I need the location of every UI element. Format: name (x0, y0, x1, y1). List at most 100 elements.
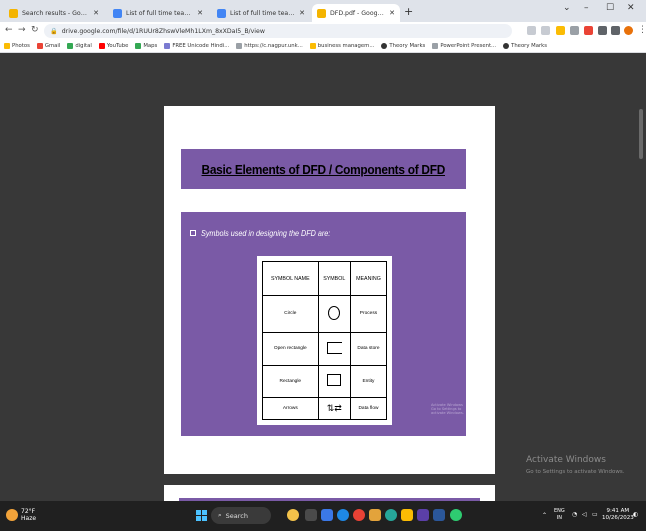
table-row: Rectangle Entity (262, 364, 388, 399)
pdf-page: Basic Elements of DFD / Components of DF… (164, 106, 495, 474)
bookmark-maps[interactable]: Maps (135, 43, 157, 49)
meaning-cell: Entity (349, 364, 388, 399)
task-view-icon[interactable] (305, 509, 317, 521)
pdf-viewer[interactable]: Basic Elements of DFD / Components of DF… (0, 53, 646, 505)
table-row: Circle Process (262, 295, 388, 333)
bookmark-theory-marks-2[interactable]: Theory Marks (503, 43, 547, 49)
slide-content-box: Symbols used in designing the DFD are: S… (181, 212, 466, 436)
app-icon[interactable] (401, 509, 413, 521)
slide-title-box: Basic Elements of DFD / Components of DF… (181, 149, 466, 189)
scrollbar-thumb[interactable] (639, 109, 643, 159)
battery-icon[interactable]: ▭ (592, 511, 598, 518)
back-icon[interactable]: ← (5, 25, 13, 35)
bookmark-theory-marks[interactable]: Theory Marks (381, 43, 425, 49)
close-window-button[interactable]: ✕ (627, 3, 635, 13)
tab-teachers-list-1[interactable]: List of full time teachers google ✕ (108, 4, 208, 22)
meaning-cell: Data store (349, 331, 388, 366)
address-bar[interactable]: 🔒 drive.google.com/file/d/1RUUr8ZhswVleM… (44, 24, 512, 38)
bookmark-digital[interactable]: digital (67, 43, 92, 49)
close-icon[interactable]: ✕ (299, 9, 305, 17)
symbol-cell (317, 295, 351, 333)
chevron-up-icon[interactable]: ⌃ (542, 512, 547, 519)
puzzle-icon[interactable] (598, 26, 607, 35)
drive-icon (309, 43, 316, 49)
flag-icon (67, 43, 74, 49)
new-tab-button[interactable]: + (404, 5, 413, 18)
bookmark-unicode-hindi[interactable]: FREE Unicode Hindi... (164, 43, 229, 49)
forward-icon[interactable]: → (18, 25, 26, 35)
wifi-icon[interactable]: ◔ (572, 511, 577, 518)
bookmarks-bar: Photos Gmail digital YouTube Maps FREE U… (0, 40, 646, 53)
extension-icon[interactable] (584, 26, 593, 35)
bullet-text: Symbols used in designing the DFD are: (201, 228, 331, 238)
bookmark-nagpur[interactable]: https://c.nagpur.unk... (236, 43, 303, 49)
tab-search-results[interactable]: Search results - Google Drive ✕ (4, 4, 104, 22)
google-sheets-icon (113, 8, 122, 18)
open-rectangle-symbol-icon (326, 341, 342, 354)
symbol-name-cell: Circle (262, 295, 319, 333)
edge-icon[interactable] (337, 509, 349, 521)
tab-label: DFD.pdf - Google Drive (330, 9, 385, 17)
volume-icon[interactable]: ◁ (582, 511, 587, 518)
slide-title: Basic Elements of DFD / Components of DF… (201, 161, 446, 177)
copilot-icon[interactable] (287, 509, 299, 521)
more-menu-icon[interactable]: ⋮ (638, 25, 646, 35)
bookmark-business[interactable]: business managem... (309, 43, 374, 49)
symbol-cell (317, 364, 351, 399)
video-call-icon[interactable] (321, 509, 333, 521)
slide-bullet: Symbols used in designing the DFD are: (190, 228, 353, 238)
tab-teachers-list-2[interactable]: List of full time teachers ICT22 ✕ (212, 4, 310, 22)
github-icon (381, 43, 388, 49)
close-icon[interactable]: ✕ (197, 9, 203, 17)
meaning-cell: Process (349, 295, 388, 333)
bookmark-youtube[interactable]: YouTube (98, 43, 128, 49)
bookmark-star-icon[interactable] (541, 26, 550, 35)
weather-widget[interactable]: 72°F Haze (6, 508, 36, 522)
close-icon[interactable]: ✕ (389, 9, 395, 17)
browser-toolbar: ← → ↻ 🔒 drive.google.com/file/d/1RUUr8Zh… (0, 22, 646, 40)
app-icon[interactable] (385, 509, 397, 521)
slide-watermark: Activate Windows Go to Settings to activ… (431, 403, 464, 415)
clock[interactable]: 9:41 AM 10/26/2023 (602, 508, 634, 522)
notification-icon[interactable]: ◐ (633, 511, 638, 518)
store-icon[interactable] (417, 509, 429, 521)
minimize-button[interactable]: – (584, 3, 589, 13)
bookmark-powerpoint[interactable]: PowerPoint Present... (432, 43, 496, 49)
start-button[interactable] (196, 510, 207, 521)
rectangle-symbol-icon (327, 374, 342, 387)
chevron-down-icon[interactable]: ⌄ (563, 3, 571, 13)
app-icon[interactable] (450, 509, 462, 521)
extension-icon[interactable] (556, 26, 565, 35)
tab-label: List of full time teachers ICT22 (230, 9, 296, 17)
language-indicator[interactable]: ENG IN (554, 508, 565, 522)
weather-temp: 72°F (21, 508, 36, 515)
tab-dfd-pdf[interactable]: DFD.pdf - Google Drive ✕ (312, 4, 400, 22)
weather-sun-icon (6, 509, 18, 521)
maximize-button[interactable]: ☐ (606, 3, 614, 13)
file-explorer-icon[interactable] (369, 509, 381, 521)
activate-windows-subtitle: Go to Settings to activate Windows. (526, 469, 625, 475)
photos-icon (4, 43, 10, 49)
sidebar-icon[interactable] (611, 26, 620, 35)
symbol-name-cell: Rectangle (262, 364, 319, 399)
page-icon (164, 43, 171, 49)
taskbar-search[interactable]: ⌕ Search (211, 507, 271, 524)
close-icon[interactable]: ✕ (93, 9, 99, 17)
tab-strip: Search results - Google Drive ✕ List of … (0, 0, 646, 22)
word-icon[interactable] (433, 509, 445, 521)
maps-icon (135, 43, 142, 49)
reload-icon[interactable]: ↻ (31, 25, 39, 35)
search-icon: ⌕ (218, 511, 222, 519)
clock-time: 9:41 AM (606, 508, 630, 514)
symbol-cell (317, 331, 351, 366)
extension-icon[interactable] (570, 26, 579, 35)
share-icon[interactable] (527, 26, 536, 35)
chrome-icon[interactable] (353, 509, 365, 521)
avatar[interactable] (624, 26, 633, 35)
bookmark-photos[interactable]: Photos (4, 43, 30, 49)
circle-symbol-icon (328, 305, 341, 320)
bookmark-gmail[interactable]: Gmail (36, 43, 60, 49)
gmail-icon (36, 43, 43, 49)
lock-icon[interactable]: 🔒 (50, 27, 58, 35)
page-icon (432, 43, 439, 49)
